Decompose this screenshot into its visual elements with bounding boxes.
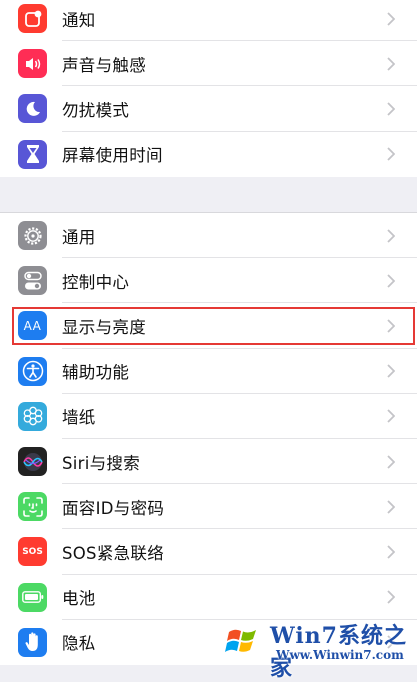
text-size-icon: AA [18, 311, 47, 341]
settings-item-label: 声音与触感 [62, 55, 146, 75]
settings-item-label: 通用 [62, 227, 96, 247]
settings-item-label: 墙纸 [62, 408, 96, 428]
settings-item-battery[interactable]: 电池 [0, 575, 417, 620]
settings-item-label: SOS紧急联络 [62, 543, 165, 563]
chevron-right-icon [387, 590, 395, 604]
settings-item-general[interactable]: 通用 [0, 213, 417, 259]
notifications-icon [18, 4, 47, 34]
sound-icon [18, 49, 47, 79]
chevron-right-icon [387, 147, 395, 161]
chevron-right-icon [387, 545, 395, 559]
settings-item-notifications[interactable]: 通知 [0, 0, 417, 42]
settings-group-2: 通用 控制中心 AA 显示与亮度 辅助功能 墙纸 Siri与搜索 面容ID与密码… [0, 213, 417, 665]
watermark-url: Www.Winwin7.com [276, 648, 404, 662]
accessibility-icon [18, 356, 47, 386]
moon-icon [18, 94, 47, 124]
sos-icon: SOS [18, 537, 47, 567]
chevron-right-icon [387, 11, 395, 26]
settings-item-wallpaper[interactable]: 墙纸 [0, 394, 417, 439]
chevron-right-icon [387, 228, 395, 243]
settings-item-label: 辅助功能 [62, 363, 130, 383]
flower-icon [18, 401, 47, 431]
settings-item-do-not-disturb[interactable]: 勿扰模式 [0, 86, 417, 132]
settings-item-display-brightness[interactable]: AA 显示与亮度 [0, 303, 417, 349]
sos-icon-label: SOS [22, 546, 43, 557]
settings-item-label: 电池 [62, 589, 96, 609]
settings-item-label: 控制中心 [62, 272, 130, 292]
settings-item-label: 通知 [62, 10, 96, 30]
settings-item-label: 面容ID与密码 [62, 498, 165, 518]
chevron-right-icon [387, 102, 395, 116]
settings-item-label: 屏幕使用时间 [62, 146, 163, 166]
toggles-icon [18, 266, 47, 296]
chevron-right-icon [387, 364, 395, 378]
settings-item-label: Siri与搜索 [62, 453, 141, 473]
text-size-icon-label: AA [23, 318, 42, 333]
settings-item-face-id[interactable]: 面容ID与密码 [0, 484, 417, 530]
chevron-right-icon [387, 57, 395, 71]
battery-icon [18, 582, 47, 612]
chevron-right-icon [387, 454, 395, 469]
siri-icon [18, 447, 47, 477]
chevron-right-icon [387, 319, 395, 333]
windows-logo-icon [222, 620, 264, 662]
chevron-right-icon [387, 409, 395, 423]
settings-item-label: 勿扰模式 [62, 100, 130, 120]
settings-item-label: 显示与亮度 [62, 317, 146, 337]
settings-item-sound[interactable]: 声音与触感 [0, 41, 417, 87]
settings-item-emergency-sos[interactable]: SOS SOS紧急联络 [0, 529, 417, 575]
hand-icon [18, 627, 47, 657]
face-id-icon [18, 492, 47, 522]
chevron-right-icon [387, 274, 395, 288]
settings-group-1: 通知 声音与触感 勿扰模式 屏幕使用时间 [0, 0, 417, 177]
settings-item-control-center[interactable]: 控制中心 [0, 258, 417, 304]
chevron-right-icon [387, 500, 395, 514]
watermark: Win7系统之家 Www.Winwin7.com [218, 614, 417, 681]
hourglass-icon [18, 139, 47, 169]
settings-item-siri-search[interactable]: Siri与搜索 [0, 439, 417, 485]
settings-item-accessibility[interactable]: 辅助功能 [0, 349, 417, 394]
gear-icon [18, 221, 47, 251]
settings-item-label: 隐私 [62, 634, 96, 654]
settings-item-screen-time[interactable]: 屏幕使用时间 [0, 132, 417, 177]
